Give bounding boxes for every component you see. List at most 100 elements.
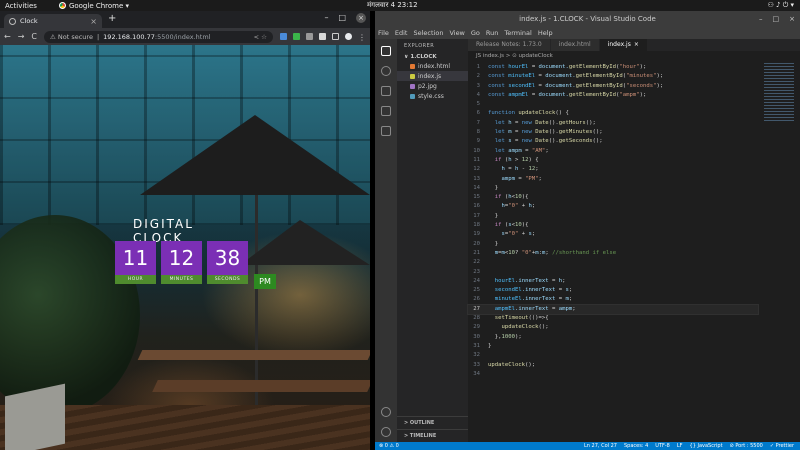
code-view[interactable]: 1 const hourEl = document.getElementById(…: [467, 63, 759, 379]
security-indicator[interactable]: ⚠ Not secure: [50, 33, 93, 41]
status-right: Ln 27, Col 27 Spaces: 4 UTF-8 LF {} Java…: [584, 442, 800, 450]
minimize-icon[interactable]: –: [324, 13, 328, 23]
minutes-label: MINUTES: [161, 275, 202, 284]
code-line: 32: [473, 352, 480, 359]
extension-icon[interactable]: [280, 33, 287, 40]
digital-clock: 11 HOUR 12 MINUTES 38 SECONDS: [115, 241, 248, 284]
menu-edit[interactable]: Edit: [395, 28, 408, 39]
language-mode[interactable]: {} JavaScript: [690, 442, 723, 450]
menu-kebab-icon[interactable]: ⋮: [358, 33, 366, 42]
code-line: 17 }: [473, 212, 499, 219]
file-item-index-js[interactable]: index.js: [397, 71, 468, 81]
address-bar[interactable]: ⚠ Not secure | 192.168.100.77:5500/index…: [44, 30, 273, 43]
new-tab-button[interactable]: +: [108, 13, 116, 24]
status-bar: ⊗ 0 ⚠ 0 Ln 27, Col 27 Spaces: 4 UTF-8 LF…: [375, 442, 800, 450]
forward-button[interactable]: →: [18, 32, 25, 41]
globe-icon: [9, 17, 16, 25]
outline-panel[interactable]: > OUTLINE: [397, 416, 468, 429]
maximize-icon[interactable]: □: [773, 11, 780, 28]
puzzle-icon[interactable]: [319, 33, 326, 40]
breadcrumb[interactable]: JS index.js > ⊙ updateClock: [468, 51, 800, 61]
code-line: 7 let h = new Date().getHours();: [476, 119, 596, 126]
vscode-window: index.js - 1.CLOCK - Visual Studio Code …: [375, 11, 800, 450]
system-tray[interactable]: ⚇ ♪ ⏻ ▾: [768, 1, 794, 10]
extensions-icon[interactable]: [381, 126, 391, 136]
css-file-icon: [410, 93, 415, 99]
menu-file[interactable]: File: [378, 28, 389, 39]
minimize-icon[interactable]: –: [759, 11, 763, 28]
code-line: 14 }: [473, 184, 499, 191]
problems-indicator[interactable]: ⊗ 0 ⚠ 0: [379, 442, 399, 450]
close-tab-icon[interactable]: ×: [90, 17, 97, 26]
image-file-icon: [410, 83, 415, 89]
code-line: 22: [473, 259, 480, 266]
source-control-icon[interactable]: [381, 86, 391, 96]
account-icon[interactable]: [381, 407, 391, 417]
code-line: 16 h="0" + h;: [473, 203, 536, 210]
close-icon[interactable]: ×: [356, 13, 366, 23]
close-tab-icon[interactable]: ×: [634, 39, 639, 51]
back-button[interactable]: ←: [4, 32, 11, 41]
system-clock[interactable]: मंगलवार 4 23:12: [367, 1, 418, 10]
menu-run[interactable]: Run: [486, 28, 498, 39]
background-planter: [5, 383, 65, 450]
menu-help[interactable]: Help: [538, 28, 553, 39]
hour-value: 11: [115, 241, 156, 275]
window-controls: – □ ×: [324, 13, 366, 23]
encoding[interactable]: UTF-8: [655, 442, 670, 450]
status-left: ⊗ 0 ⚠ 0: [375, 442, 399, 450]
folder-header[interactable]: ∨ 1.CLOCK: [397, 53, 468, 61]
prettier-status[interactable]: ✓ Prettier: [770, 442, 794, 450]
timeline-panel[interactable]: > TIMELINE: [397, 429, 468, 442]
menu-go[interactable]: Go: [471, 28, 480, 39]
tab-index-js[interactable]: index.js ×: [599, 39, 648, 51]
code-line: 33 updateClock();: [473, 361, 536, 368]
seconds-unit: 38 SECONDS: [207, 241, 248, 284]
maximize-icon[interactable]: □: [338, 13, 346, 23]
code-line: 9 let s = new Date().getSeconds();: [476, 138, 603, 145]
code-line: 11 if (h > 12) {: [473, 156, 539, 163]
tab-title: Clock: [20, 17, 38, 25]
line-ending[interactable]: LF: [677, 442, 683, 450]
code-line: 3 const secondEl = document.getElementByI…: [476, 82, 664, 89]
file-item-index-html[interactable]: index.html: [397, 61, 468, 71]
code-line: 20 }: [473, 240, 499, 247]
explorer-icon[interactable]: [381, 46, 391, 56]
tab-release-notes[interactable]: Release Notes: 1.73.0: [468, 39, 551, 51]
code-line: 19 s="0" + s;: [473, 231, 536, 238]
extension-icon[interactable]: [306, 33, 313, 40]
share-bookmark-icons[interactable]: < ☆: [254, 33, 267, 41]
minutes-value: 12: [161, 241, 202, 275]
menu-selection[interactable]: Selection: [413, 28, 443, 39]
url-text[interactable]: 192.168.100.77:5500/index.html: [103, 33, 210, 41]
profile-avatar[interactable]: [345, 33, 352, 40]
app-menu[interactable]: Google Chrome ▾: [58, 2, 129, 10]
close-icon[interactable]: ×: [789, 11, 795, 28]
code-line: 6 function updateClock() {: [476, 110, 569, 117]
code-line: 31}: [473, 342, 492, 349]
menu-terminal[interactable]: Terminal: [504, 28, 531, 39]
file-item-style-css[interactable]: style.css: [397, 91, 468, 101]
sidepanel-icon[interactable]: [332, 33, 339, 40]
file-item-p2-jpg[interactable]: p2.jpg: [397, 81, 468, 91]
code-line: 2 const minuteEl = document.getElementByI…: [476, 73, 664, 80]
system-top-bar: Activities Google Chrome ▾ मंगलवार 4 23:…: [0, 0, 800, 11]
indentation[interactable]: Spaces: 4: [624, 442, 648, 450]
browser-toolbar: ← → C ⚠ Not secure | 192.168.100.77:5500…: [0, 28, 370, 45]
search-icon[interactable]: [381, 66, 391, 76]
minimap[interactable]: [764, 63, 794, 123]
extension-icon[interactable]: [293, 33, 300, 40]
code-line: 28 setTimeout(()=>{: [473, 315, 549, 322]
code-line: 4 const ampmEl = document.getElementById(…: [476, 91, 647, 98]
reload-button[interactable]: C: [31, 32, 37, 41]
cursor-position[interactable]: Ln 27, Col 27: [584, 442, 617, 450]
activities-button[interactable]: Activities: [5, 2, 37, 10]
run-debug-icon[interactable]: [381, 106, 391, 116]
tab-index-html[interactable]: index.html: [550, 39, 600, 51]
menu-view[interactable]: View: [449, 28, 464, 39]
code-line: 21 m=m<10? "0"+m:m; //shorthand if else: [473, 249, 617, 256]
gear-icon[interactable]: [381, 427, 391, 437]
code-line: 10 let ampm = "AM";: [473, 147, 549, 154]
live-server-port[interactable]: ⊘ Port : 5500: [730, 442, 763, 450]
tab-clock[interactable]: Clock ×: [4, 14, 102, 28]
